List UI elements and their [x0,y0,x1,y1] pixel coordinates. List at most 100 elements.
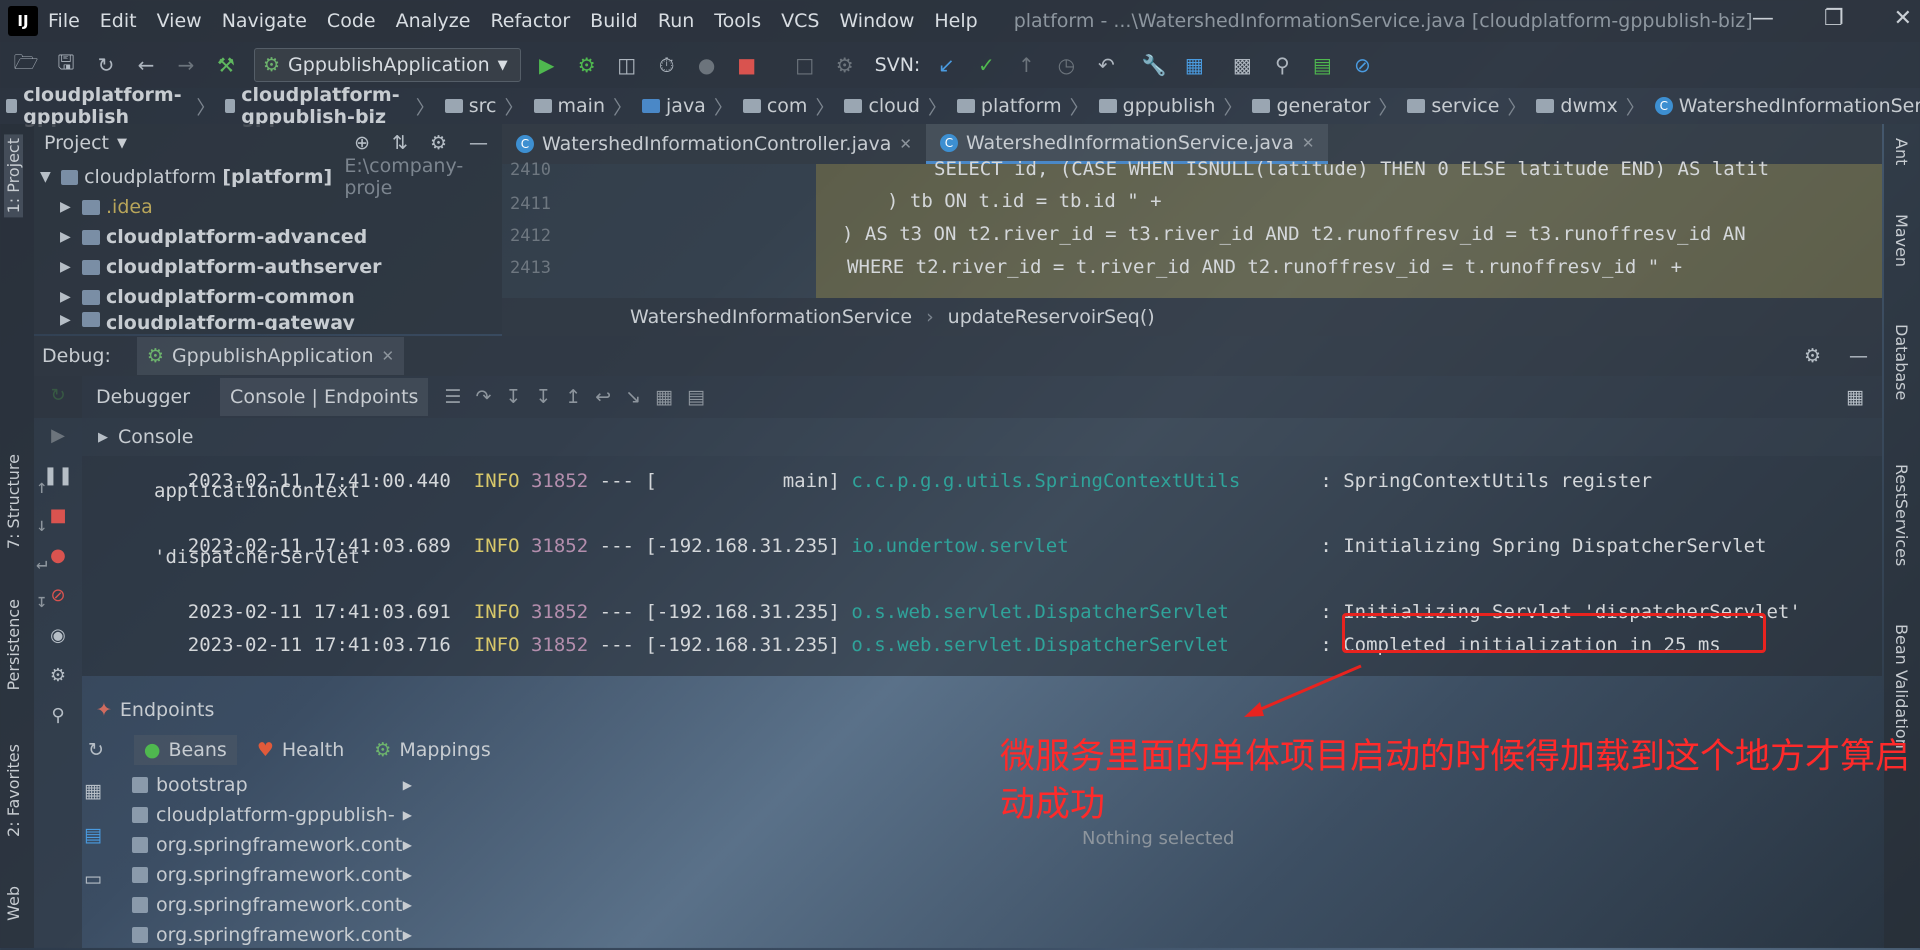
hide-icon[interactable]: — [1849,345,1868,367]
menu-view[interactable]: View [157,10,202,32]
revert-icon[interactable]: ↶ [1092,51,1120,79]
settings-search-icon[interactable]: ⚙ [831,51,859,79]
scroll-up-icon[interactable]: ↑ [36,476,47,498]
profile-icon[interactable]: ⏱ [653,51,681,79]
debug-session-tab[interactable]: ⚙ GppublishApplication ✕ [136,337,405,375]
tree-root[interactable]: ▼ cloudplatform [platform] E:\company-pr… [34,155,502,199]
list-item[interactable]: org.springframework.cont ▶ [132,860,412,890]
menu-window[interactable]: Window [839,10,914,32]
svn-push-icon[interactable]: ↑ [1012,51,1040,79]
tab-maven[interactable]: Maven [1892,214,1911,267]
breadcrumb-item[interactable]: cloudplatform-gppublish 〉 [0,84,215,128]
gear-icon[interactable]: ⚙ [47,664,69,686]
tree-item[interactable]: ▶ cloudplatform-advanced [34,222,502,252]
tree-item[interactable]: ▶ cloudplatform-common [34,282,502,312]
list-item[interactable]: bootstrap ▶ [132,770,412,800]
menu-build[interactable]: Build [590,10,638,32]
menu-refactor[interactable]: Refactor [490,10,570,32]
tab-ant[interactable]: Ant [1892,138,1911,165]
evaluate-icon[interactable]: ▦ [655,386,673,408]
list-item[interactable]: org.springframework.cont ▶ [132,890,412,920]
back-icon[interactable]: ← [132,51,160,79]
gear-icon[interactable]: ⚙ [430,132,447,154]
menu-vcs[interactable]: VCS [781,10,819,32]
project-structure-icon[interactable]: ▦ [1180,51,1208,79]
close-tab-icon[interactable]: ✕ [899,135,912,153]
menu-run[interactable]: Run [658,10,694,32]
force-step-into-icon[interactable]: ↧ [535,386,551,408]
tab-debugger[interactable]: Debugger [96,386,190,408]
list-item[interactable]: org.springframework.cont ▶ [132,920,412,950]
breadcrumb-item[interactable]: gppublish 〉 [1093,93,1242,120]
debug-icon[interactable]: ⚙ [573,51,601,79]
breadcrumb-item[interactable]: service 〉 [1401,93,1526,120]
step-into-icon[interactable]: ↧ [505,386,521,408]
menu-icon[interactable]: ☰ [444,386,461,408]
tab-beans[interactable]: ● Beans [133,735,237,765]
tab-database[interactable]: Database [1892,324,1911,400]
tab-mappings[interactable]: ⚙ Mappings [374,739,490,761]
code-editor[interactable]: 2410 2411 2412 2413 SELECT id, (CASE WHE… [502,158,1882,298]
tab-console-endpoints[interactable]: Console | Endpoints [220,378,429,416]
tab-persistence[interactable]: Persistence [4,599,23,691]
copy-icon[interactable]: ▭ [84,868,102,890]
breadcrumb-item[interactable]: cloud 〉 [838,93,947,120]
tab-restservices[interactable]: RestServices [1892,464,1911,566]
coverage-icon[interactable]: ◫ [613,51,641,79]
hide-icon[interactable]: — [469,132,488,154]
step-over-icon[interactable]: ↷ [475,386,491,408]
power-save-icon[interactable]: ⊘ [1348,51,1376,79]
breadcrumb-item[interactable]: src 〉 [439,93,524,120]
build-hammer-icon[interactable]: ⚒ [212,51,240,79]
breadcrumb-item[interactable]: dwmx 〉 [1530,93,1645,120]
tab-health[interactable]: ♥ Health [257,739,344,761]
locate-icon[interactable]: ⊕ [354,132,370,154]
tree-item[interactable]: ▶ cloudplatform-authserver [34,252,502,282]
resume-icon[interactable]: ▶ [47,424,69,446]
step-out-icon[interactable]: ↥ [565,386,581,408]
breadcrumb-item[interactable]: CWatershedInformationService [1649,95,1920,117]
soft-wrap-icon[interactable]: ↵ [36,552,47,574]
diagram-icon[interactable]: ▤ [84,824,102,846]
sync-icon[interactable]: ↻ [92,51,120,79]
editor-crumb-class[interactable]: WatershedInformationService [630,306,912,328]
save-icon[interactable]: 🖫 [52,50,80,79]
project-panel-title[interactable]: Project [44,132,109,154]
forward-icon[interactable]: → [172,51,200,79]
tab-bean-validation[interactable]: Bean Validation [1892,624,1911,749]
editor-crumb-method[interactable]: updateReservoirSeq() [948,306,1155,328]
camera-icon[interactable]: ◉ [47,624,69,646]
breadcrumb-item[interactable]: com 〉 [737,93,834,120]
tab-favorites[interactable]: 2: Favorites [4,744,23,837]
breadcrumb-item[interactable]: main 〉 [528,93,632,120]
view-breakpoints-icon[interactable]: ● [47,544,69,566]
gear-icon[interactable]: ⚙ [1804,345,1821,367]
breadcrumb-item[interactable]: java 〉 [636,93,733,120]
menu-help[interactable]: Help [934,10,977,32]
attach-icon[interactable]: ● [693,51,721,79]
wrench-icon[interactable]: 🔧 [1140,51,1168,79]
stop-icon[interactable]: ■ [47,504,69,526]
collapse-all-icon[interactable]: ⇅ [392,132,408,154]
tab-structure[interactable]: 7: Structure [4,454,23,549]
search-icon[interactable]: ⚲ [1268,51,1296,79]
tab-web[interactable]: Web [4,886,23,921]
close-tab-icon[interactable]: ✕ [382,347,395,365]
layout-settings-icon[interactable]: ▦ [1846,386,1882,408]
tab-project[interactable]: 1: Project [4,134,23,218]
minimize-icon[interactable]: — [1752,6,1774,31]
close-icon[interactable]: ✕ [1894,6,1912,31]
menu-analyze[interactable]: Analyze [396,10,471,32]
pause-icon[interactable]: ❚❚ [43,464,73,486]
breadcrumb-item[interactable]: cloudplatform-gppublish-biz 〉 [219,84,435,128]
svn-update-icon[interactable]: ↙ [932,51,960,79]
menu-navigate[interactable]: Navigate [222,10,307,32]
terminal-icon[interactable]: ▩ [1228,51,1256,79]
layout-icon[interactable]: □ [791,51,819,79]
menu-tools[interactable]: Tools [714,10,761,32]
refresh-icon[interactable]: ↻ [88,739,104,761]
breadcrumb-item[interactable]: platform 〉 [951,93,1089,120]
filter-icon[interactable]: ▦ [84,780,102,802]
menu-code[interactable]: Code [327,10,376,32]
drop-frame-icon[interactable]: ↩ [595,386,611,408]
